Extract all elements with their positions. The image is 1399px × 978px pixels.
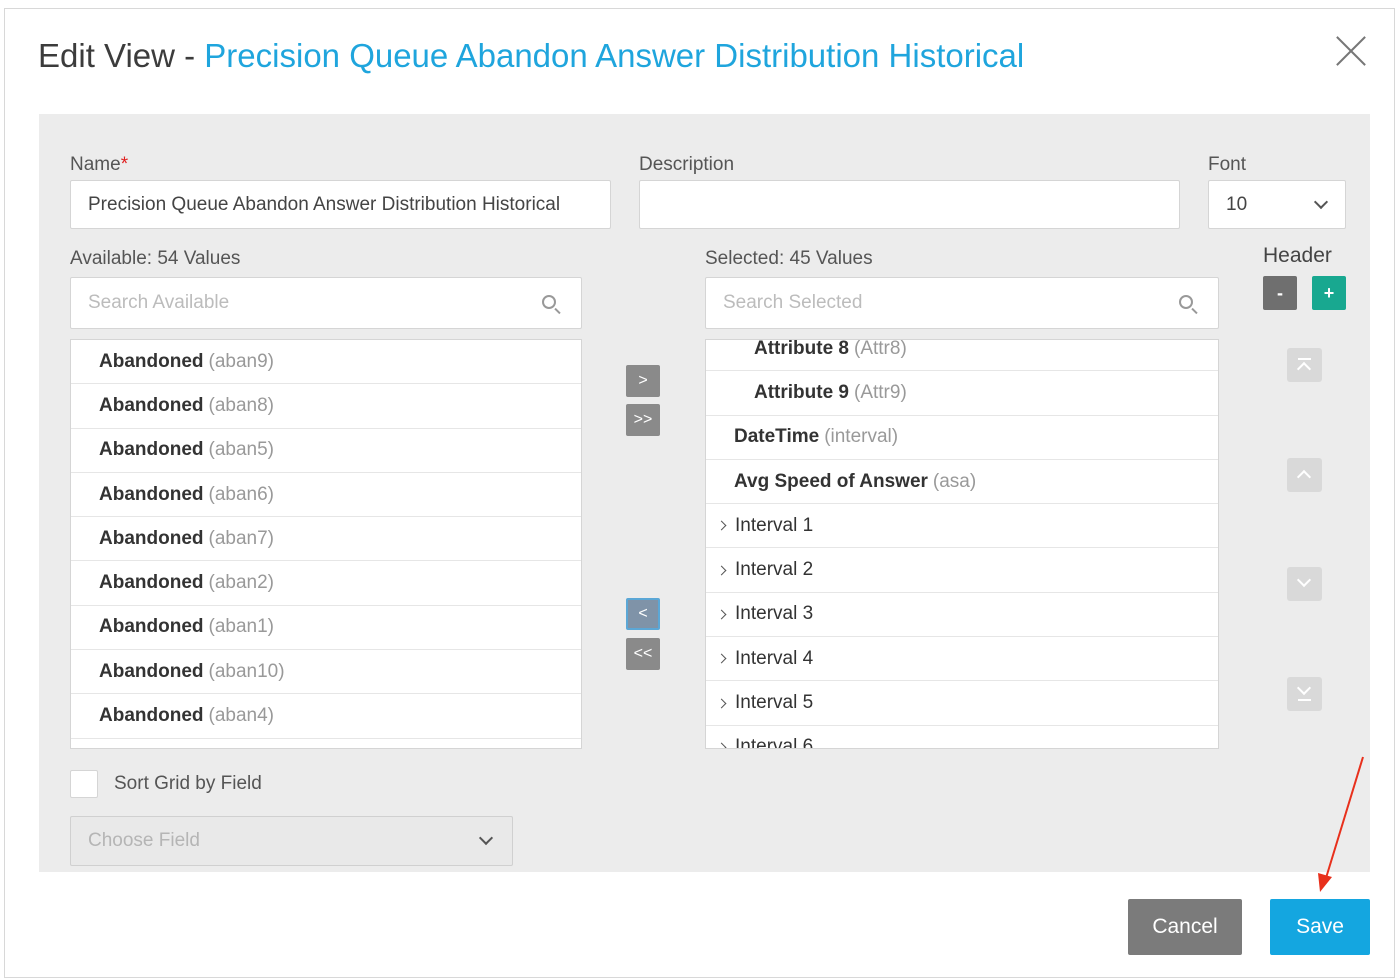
annotation-arrow bbox=[1318, 756, 1364, 892]
